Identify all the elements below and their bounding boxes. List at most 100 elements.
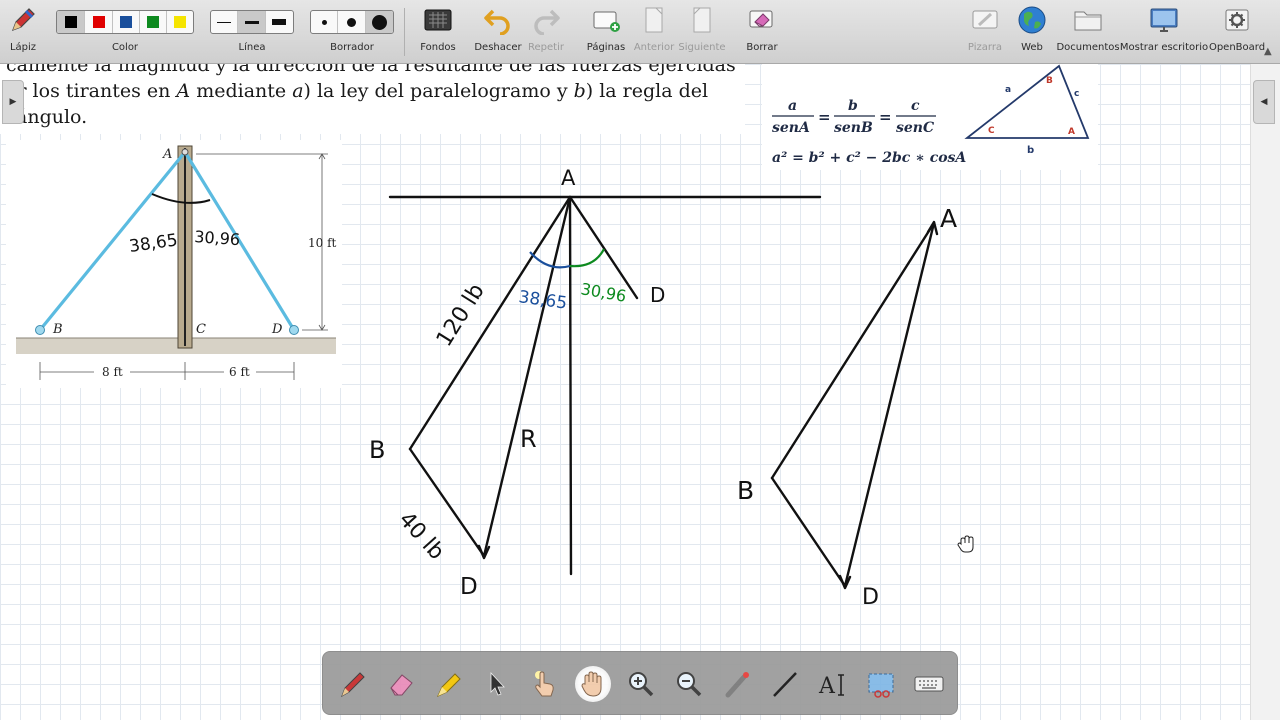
svg-text:A: A xyxy=(1068,127,1075,137)
color-red[interactable] xyxy=(85,11,113,33)
line-medium[interactable] xyxy=(238,11,266,33)
color-black[interactable] xyxy=(57,11,85,33)
fig-height-label: 10 ft xyxy=(308,236,337,250)
sines-denominator-c: senC xyxy=(896,120,934,136)
backgrounds-label: Fondos xyxy=(420,42,456,53)
pen-label: Lápiz xyxy=(9,42,37,53)
pages-button[interactable]: Páginas xyxy=(584,0,628,64)
fig-right-distance: 6 ft xyxy=(229,365,250,379)
expand-left-icon: ▶ xyxy=(9,97,17,107)
line-dock-button[interactable] xyxy=(767,666,803,702)
keyboard-dock-button[interactable] xyxy=(911,666,947,702)
web-button[interactable]: Web xyxy=(1014,0,1050,64)
zoom-in-dock-button[interactable] xyxy=(623,666,659,702)
fig-angle-right: 30,96 xyxy=(194,227,241,249)
svg-text:=: = xyxy=(879,108,892,126)
fig-label-c: C xyxy=(196,322,206,337)
main-toolbar: Lápiz Color Línea Borrador Fondos Deshac… xyxy=(0,0,1280,64)
show-desktop-label: Mostrar escritorio xyxy=(1119,42,1209,53)
select-dock-button[interactable] xyxy=(479,666,515,702)
line-thick[interactable] xyxy=(266,11,293,33)
openboard-menu-button[interactable]: OpenBoard xyxy=(1208,0,1266,64)
hand-icon xyxy=(581,671,602,697)
board-mode-button[interactable]: Pizarra xyxy=(964,0,1006,64)
openboard-label: OpenBoard xyxy=(1208,42,1266,53)
color-green[interactable] xyxy=(140,11,167,33)
zoom-out-dock-button[interactable] xyxy=(671,666,707,702)
pole-cable-figure: A B C D 10 ft 8 ft 6 ft 38,65 30,96 xyxy=(6,140,342,388)
redo-icon xyxy=(531,0,561,40)
show-desktop-button[interactable]: Mostrar escritorio xyxy=(1119,0,1209,64)
eraser-dock-button[interactable] xyxy=(383,666,419,702)
stylus-palette: A xyxy=(322,651,958,715)
next-page-button[interactable]: Siguiente xyxy=(678,0,726,64)
fig-label-b: B xyxy=(52,322,63,337)
ground xyxy=(16,338,336,354)
next-label: Siguiente xyxy=(678,42,726,53)
erase-all-button[interactable]: Borrar xyxy=(742,0,782,64)
previous-label: Anterior xyxy=(633,42,675,53)
toolbar-scroll-arrow[interactable]: ▲ xyxy=(1264,46,1272,57)
capture-dock-button[interactable] xyxy=(863,666,899,702)
sines-denominator-a: senA xyxy=(772,120,810,136)
arrow-cursor-icon xyxy=(490,671,505,696)
law-of-sines-card: a senA = b senB = c senC a² = b² + c² − … xyxy=(762,64,1098,170)
undo-icon xyxy=(483,0,513,40)
sines-numerator-a: a xyxy=(788,98,797,114)
eraser-size-selector xyxy=(310,10,394,34)
pen-icon xyxy=(8,0,38,40)
pen-tool-button[interactable]: Lápiz xyxy=(4,0,42,64)
documents-label: Documentos xyxy=(1056,42,1120,53)
color-blue[interactable] xyxy=(113,11,140,33)
zoom-out-icon xyxy=(677,672,702,697)
openboard-window: Lápiz Color Línea Borrador Fondos Deshac… xyxy=(0,0,1280,720)
gear-icon xyxy=(1222,0,1252,40)
textbook-excerpt: camente la magnitud y la dirección de la… xyxy=(0,64,745,134)
undo-button[interactable]: Deshacer xyxy=(474,0,522,64)
eraser-small[interactable] xyxy=(311,11,339,33)
board-scrollbar[interactable] xyxy=(1250,64,1280,720)
eraser-size-group: Borrador xyxy=(310,0,394,64)
fig-angle-left: 38,65 xyxy=(128,230,179,257)
redo-button[interactable]: Repetir xyxy=(526,0,566,64)
svg-text:a: a xyxy=(1005,85,1011,95)
laser-pointer-icon xyxy=(725,672,749,698)
folder-icon xyxy=(1072,0,1104,40)
desktop-icon xyxy=(1148,0,1180,40)
board-icon xyxy=(970,0,1000,40)
eraser-icon xyxy=(390,674,413,696)
pointer-hand-icon xyxy=(535,671,554,697)
line-width-selector xyxy=(210,10,294,34)
line-thin[interactable] xyxy=(211,11,239,33)
color-group: Color xyxy=(56,0,194,64)
highlighter-dock-button[interactable] xyxy=(431,666,467,702)
line-icon xyxy=(773,672,797,697)
textbook-line-2: or los tirantes en A mediante a) la ley … xyxy=(6,80,709,102)
laser-pointer-dock-button[interactable] xyxy=(719,666,755,702)
board-label: Pizarra xyxy=(967,42,1003,53)
formula-drawing: a senA = b senB = c senC a² = b² + c² − … xyxy=(772,64,1090,166)
eraser-large[interactable] xyxy=(365,11,393,33)
right-panel-tab[interactable]: ◀ xyxy=(1253,80,1275,124)
sines-numerator-b: b xyxy=(848,98,858,114)
text-dock-button[interactable]: A xyxy=(815,666,851,702)
svg-text:C: C xyxy=(988,126,995,136)
backgrounds-button[interactable]: Fondos xyxy=(416,0,460,64)
fig-label-d: D xyxy=(271,322,283,337)
toolbar-separator xyxy=(404,8,405,56)
globe-icon xyxy=(1016,0,1048,40)
documents-button[interactable]: Documentos xyxy=(1056,0,1120,64)
pen-dock-button[interactable] xyxy=(335,666,371,702)
text-tool-icon: A xyxy=(818,674,844,699)
redo-label: Repetir xyxy=(528,42,564,53)
hand-dock-button[interactable] xyxy=(575,666,611,702)
fig-left-distance: 8 ft xyxy=(102,365,123,379)
color-yellow[interactable] xyxy=(167,11,193,33)
previous-page-button[interactable]: Anterior xyxy=(634,0,674,64)
pen-dock-icon xyxy=(341,672,365,698)
left-panel-tab[interactable]: ▶ xyxy=(2,80,24,124)
interact-dock-button[interactable] xyxy=(527,666,563,702)
keyboard-icon xyxy=(914,676,944,692)
next-page-icon xyxy=(688,0,716,40)
eraser-medium[interactable] xyxy=(338,11,366,33)
